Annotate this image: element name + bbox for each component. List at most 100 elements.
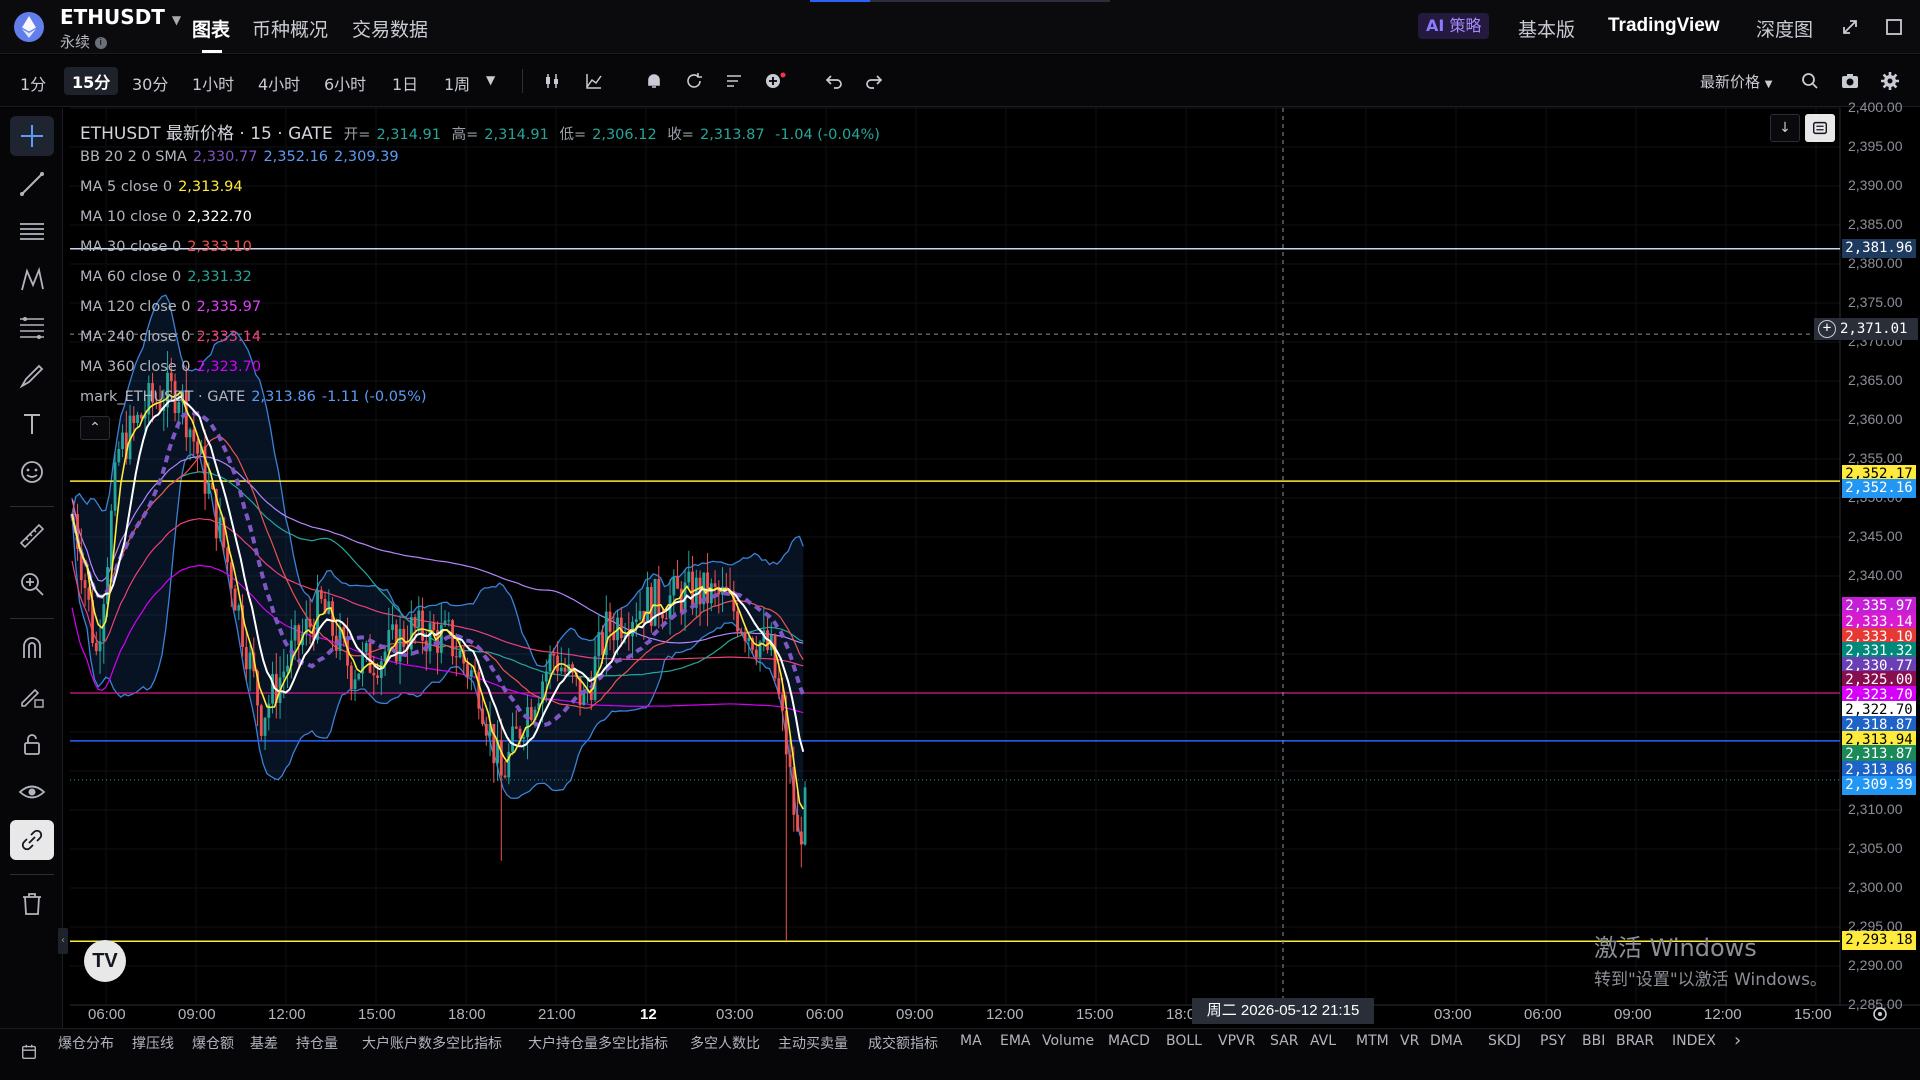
axis-settings-icon[interactable] <box>1870 1004 1890 1028</box>
indicator-legend-row[interactable]: MA 5 close 0 2,313.94 <box>80 179 249 195</box>
indicator-value: -1.11 (-0.05%) <box>321 389 427 405</box>
scroll-to-end-icon[interactable]: ↓ <box>1770 114 1800 142</box>
low-value: 2,306.12 <box>592 127 657 143</box>
price-tick-label: 2,355.00 <box>1848 450 1903 466</box>
bottom-indicator-item[interactable]: BBI <box>1582 1033 1605 1049</box>
candle-body <box>293 625 297 641</box>
watermark-line1: 激活 Windows <box>1594 934 1757 962</box>
indicator-legend-row[interactable]: MA 30 close 0 2,333.10 <box>80 239 258 255</box>
bottom-indicator-item[interactable]: 多空人数比 <box>690 1033 760 1053</box>
close-label: 收= <box>667 127 694 143</box>
price-tick-label: 2,340.00 <box>1848 567 1903 583</box>
time-tick-label: 06:00 <box>1524 1006 1562 1023</box>
indicator-label: BB 20 2 0 SMA <box>80 149 187 165</box>
bottom-indicator-item[interactable]: SKDJ <box>1488 1033 1521 1049</box>
legend-ohlc: 开= 2,314.91 高= 2,314.91 低= 2,306.12 收= 2,313… <box>344 127 886 143</box>
bottom-indicator-item[interactable]: 大户账户数多空比指标 <box>362 1033 502 1053</box>
bottom-indicator-item[interactable]: DMA <box>1430 1033 1462 1049</box>
indicator-legend-row[interactable]: BB 20 2 0 SMA 2,330.77 2,352.16 2,309.39 <box>80 149 405 165</box>
price-tick-label: 2,395.00 <box>1848 138 1903 154</box>
candle-body <box>458 650 462 658</box>
indicator-legend-row[interactable]: mark_ETHUSDT · GATE 2,313.86 -1.11 (-0.05%… <box>80 389 433 405</box>
indicator-value: 2,323.70 <box>196 359 262 375</box>
price-tick-label: 2,345.00 <box>1848 528 1903 544</box>
app-root: ETHUSDT ▼ 永续 i 图表 币种概况 交易数据 AI 策略 基本版 Tr… <box>0 0 1920 1080</box>
change-value: -1.04 (-0.04%) <box>775 127 880 143</box>
bottom-indicator-item[interactable]: Volume <box>1042 1033 1094 1049</box>
crosshair-time-value: 周二 2026-05-12 21:15 <box>1206 1002 1360 1019</box>
candle-body <box>391 624 394 631</box>
bottom-indicator-item[interactable]: 基差 <box>250 1033 278 1053</box>
candle-body <box>286 665 289 672</box>
indicator-legend-row[interactable]: MA 60 close 0 2,331.32 <box>80 269 258 285</box>
bottom-indicator-item[interactable]: 撑压线 <box>132 1033 174 1053</box>
bottom-indicator-item[interactable]: AVL <box>1310 1033 1336 1049</box>
candle-body <box>608 611 612 632</box>
collapse-legend-icon[interactable]: ⌃ <box>80 416 110 440</box>
candle-body <box>454 656 458 658</box>
bottom-indicator-item[interactable]: 爆仓额 <box>192 1033 234 1053</box>
indicator-value: 2,335.97 <box>196 299 262 315</box>
bottom-indicator-item[interactable]: BOLL <box>1166 1033 1202 1049</box>
candle-body <box>353 679 357 690</box>
candle-body <box>634 619 638 622</box>
candle-body <box>796 814 799 832</box>
add-alert-icon[interactable]: + <box>1818 320 1836 338</box>
reset-chart-icon[interactable] <box>1805 114 1835 142</box>
candle-body <box>248 652 252 670</box>
candle-body <box>357 673 361 680</box>
indicator-value: 2,333.10 <box>187 239 252 255</box>
candle-body <box>237 605 241 611</box>
candle-body <box>282 671 286 678</box>
crosshair-price-value: 2,371.01 <box>1840 321 1908 337</box>
time-tick-label: 18:0 <box>1166 1006 1196 1023</box>
time-tick-label: 15:00 <box>1794 1006 1832 1023</box>
time-tick-label: 09:00 <box>178 1006 216 1023</box>
bottom-indicator-item[interactable]: BRAR <box>1616 1033 1654 1049</box>
bottom-indicator-item[interactable]: MACD <box>1108 1033 1150 1049</box>
candle-body <box>218 517 222 539</box>
bottom-indicator-item[interactable]: MA <box>960 1033 982 1049</box>
calendar-icon[interactable] <box>20 1043 38 1065</box>
indicator-legend-row[interactable]: MA 360 close 0 2,323.70 <box>80 359 267 375</box>
indicator-label: MA 240 close 0 <box>80 329 191 345</box>
time-tick-label: 18:00 <box>448 1006 486 1023</box>
time-tick-label: 03:00 <box>716 1006 754 1023</box>
bottom-indicator-item[interactable]: MTM <box>1356 1033 1389 1049</box>
indicator-legend-row[interactable]: MA 240 close 0 2,333.14 <box>80 329 267 345</box>
chevron-right-icon[interactable]: › <box>1734 1030 1741 1051</box>
bottom-indicator-item[interactable]: 主动买卖量 <box>778 1033 848 1053</box>
indicator-legend-row[interactable]: MA 10 close 0 2,322.70 <box>80 209 258 225</box>
bottom-indicator-item[interactable]: 持仓量 <box>296 1033 338 1053</box>
time-tick-label: 15:00 <box>358 1006 396 1023</box>
bottom-indicator-item[interactable]: EMA <box>1000 1033 1031 1049</box>
bottom-indicator-item[interactable]: VPVR <box>1218 1033 1255 1049</box>
candle-body <box>556 655 559 672</box>
candle-body <box>511 726 514 752</box>
candle-body <box>229 562 233 589</box>
candle-body <box>447 620 451 622</box>
bottom-indicator-item[interactable]: 大户持仓量多空比指标 <box>528 1033 668 1053</box>
bottom-indicator-item[interactable]: VR <box>1400 1033 1419 1049</box>
candle-body <box>548 653 552 672</box>
bottom-indicator-item[interactable]: 爆仓分布 <box>58 1033 114 1053</box>
candle-body <box>207 482 211 494</box>
candle-body <box>713 583 717 587</box>
indicator-legend-row[interactable]: MA 120 close 0 2,335.97 <box>80 299 267 315</box>
candle-body <box>691 571 694 608</box>
bottom-indicator-item[interactable]: INDEX <box>1672 1033 1716 1049</box>
legend-title: ETHUSDT 最新价格 · 15 · GATE <box>80 124 333 144</box>
price-tick-label: 2,310.00 <box>1848 801 1903 817</box>
candle-body <box>417 610 421 628</box>
chart-legend: ETHUSDT 最新价格 · 15 · GATE 开= 2,314.91 高= 2,… <box>80 119 892 144</box>
candle-body <box>653 578 657 626</box>
bottom-indicator-item[interactable]: SAR <box>1270 1033 1298 1049</box>
tradingview-logo[interactable]: TV <box>84 940 126 982</box>
bottom-indicator-item[interactable]: 成交额指标 <box>868 1033 938 1053</box>
time-tick-label: 12:00 <box>268 1006 306 1023</box>
indicator-label: mark_ETHUSDT · GATE <box>80 389 246 405</box>
indicator-value: 2,330.77 <box>192 149 258 165</box>
candle-body <box>499 740 503 776</box>
bottom-indicator-item[interactable]: PSY <box>1540 1033 1566 1049</box>
candle-body <box>439 624 443 653</box>
